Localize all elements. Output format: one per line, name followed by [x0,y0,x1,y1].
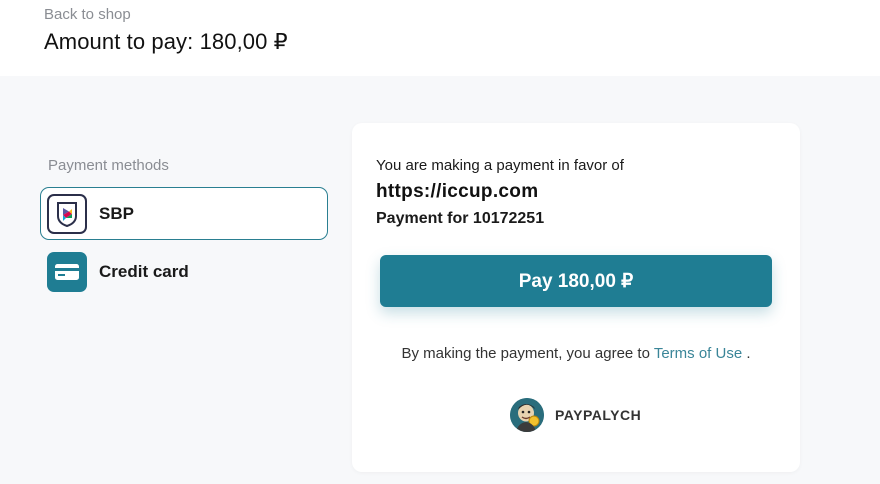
credit-card-icon [47,251,87,292]
payment-method-sbp[interactable]: SBP [40,187,328,240]
amount-to-pay-title: Amount to pay: 180,00 ₽ [44,29,288,54]
payment-method-credit-card[interactable]: Credit card [40,245,328,298]
top-header: Back to shop Amount to pay: 180,00 ₽ [0,0,880,76]
brand-footer: PAYPALYCH [510,398,641,432]
payment-description: Payment for 10172251 [376,210,545,227]
sbp-label: SBP [99,203,134,223]
payment-card: You are making a payment in favor of htt… [352,123,800,472]
sbp-icon [47,193,87,234]
merchant-site-url: https://iccup.com [376,181,539,202]
payment-methods-label: Payment methods [48,157,169,174]
payment-favor-text: You are making a payment in favor of [376,157,624,174]
credit-card-label: Credit card [99,261,189,281]
pay-button[interactable]: Pay 180,00 ₽ [380,255,772,307]
brand-name: PAYPALYCH [555,407,642,423]
terms-notice: By making the payment, you agree to Term… [352,345,800,362]
terms-prefix: By making the payment, you agree to [401,345,650,362]
back-to-shop-link[interactable]: Back to shop [44,6,131,23]
terms-of-use-link[interactable]: Terms of Use [654,345,742,362]
paypalych-logo-icon [510,398,544,432]
terms-suffix: . [746,345,751,362]
